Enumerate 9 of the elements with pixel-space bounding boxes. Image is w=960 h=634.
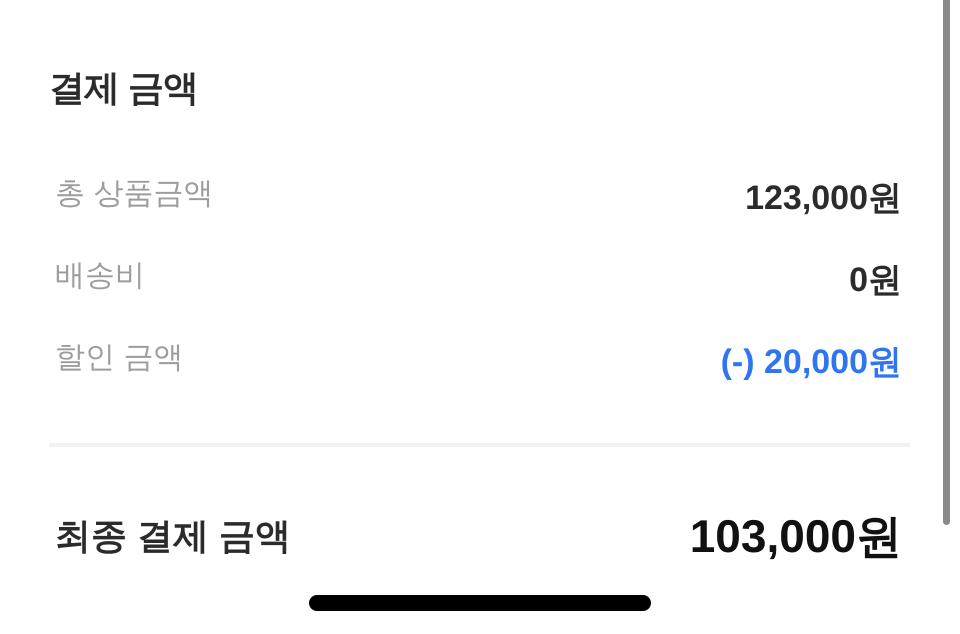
price-label: 할인 금액 [55, 340, 184, 376]
price-label: 배송비 [55, 258, 145, 294]
price-label: 총 상품금액 [55, 176, 214, 212]
section-title: 결제 금액 [49, 66, 198, 110]
price-value: 123,000원 [745, 178, 902, 218]
total-value: 103,000원 [690, 509, 902, 563]
total-label: 최종 결제 금액 [55, 514, 292, 558]
price-value: 0원 [849, 260, 902, 300]
price-value: (-) 20,000원 [720, 342, 902, 382]
